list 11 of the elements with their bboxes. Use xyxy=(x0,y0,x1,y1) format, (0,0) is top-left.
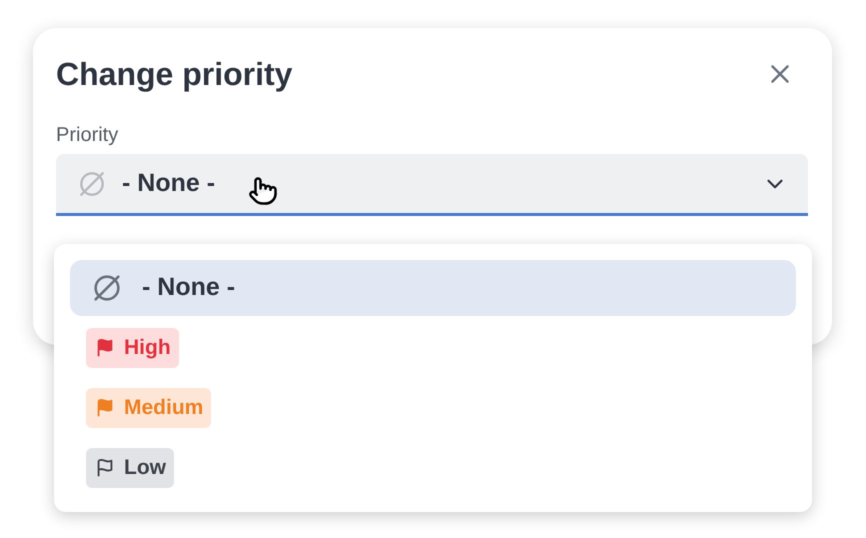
select-value: - None - xyxy=(122,168,216,199)
dropdown-option[interactable]: Low xyxy=(70,440,796,496)
hand-cursor-icon xyxy=(248,176,278,206)
dropdown-option[interactable]: High xyxy=(70,320,796,376)
field-label: Priority xyxy=(56,123,120,148)
dropdown-option[interactable]: - None - xyxy=(70,260,796,316)
tag-label: High xyxy=(124,335,171,362)
priority-select[interactable]: - None - xyxy=(56,154,808,216)
tag-label: Low xyxy=(124,455,166,482)
tag-label: Medium xyxy=(124,395,204,422)
dialog-title: Change priority xyxy=(56,55,292,94)
